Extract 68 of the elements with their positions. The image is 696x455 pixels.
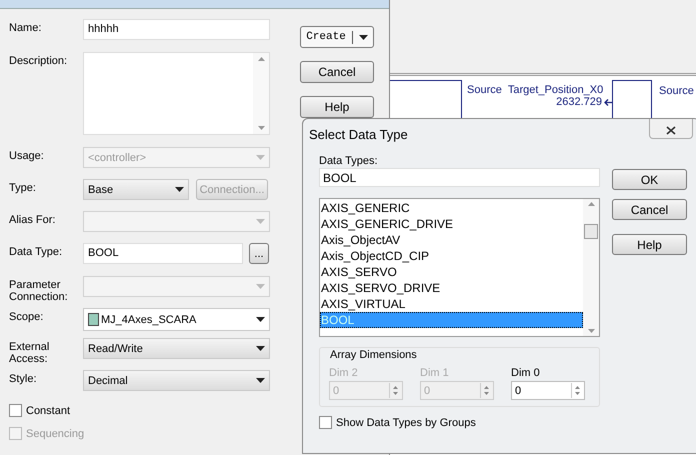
list-item[interactable]: Axis_ObjectAV <box>320 232 583 248</box>
field-label: External Access: <box>9 340 50 365</box>
checkbox[interactable] <box>319 416 332 429</box>
dropdown-arrow-icon <box>175 187 184 192</box>
list-item[interactable]: AXIS_SERVO_DRIVE <box>320 280 583 296</box>
dimension-label: Dim 1 <box>420 367 450 379</box>
group-title: Array Dimensions <box>329 349 418 361</box>
dropdown-arrow-icon <box>256 155 265 160</box>
checkbox-label: Constant <box>26 404 70 416</box>
field-label: Usage: <box>9 149 45 162</box>
operand-label: Source <box>659 85 694 97</box>
scrollbar[interactable] <box>583 199 599 336</box>
up-arrow-icon <box>588 202 594 206</box>
dropdown-arrow-icon <box>256 219 265 224</box>
name-field[interactable]: hhhhh <box>83 19 270 40</box>
field-label: Description: <box>9 54 68 67</box>
field-label: Type: <box>9 181 37 194</box>
dialog-button[interactable]: Cancel <box>612 199 687 220</box>
checkbox-label: Show Data Types by Groups <box>336 416 476 428</box>
tag-name: Target_Position_X0 <box>508 84 604 96</box>
checkbox[interactable] <box>9 404 22 417</box>
list-item[interactable]: AXIS_VIRTUAL <box>320 296 583 312</box>
dropdown[interactable]: Decimal <box>83 370 270 391</box>
left-arrow-icon <box>604 98 612 106</box>
data-type-list[interactable]: AXIS_GENERIC AXIS_GENERIC_DRIVE Axis_ObjectAV Axis_ObjectCD_CIP AXIS_SERVO AXIS_SERVO_DRIVE AXIS_VIRTUAL BOOL <box>319 198 600 337</box>
dialog-button[interactable]: OK <box>612 169 687 190</box>
field-label: Data Types: <box>319 155 378 167</box>
field-label: Alias For: <box>9 213 56 226</box>
list-item[interactable]: Axis_ObjectCD_CIP <box>320 248 583 264</box>
field-label: Data Type: <box>9 245 63 258</box>
scroll-thumb[interactable] <box>584 224 598 239</box>
dimension-label: Dim 2 <box>329 367 359 379</box>
field-label: Scope: <box>9 310 44 323</box>
field-label: Name: <box>9 21 42 34</box>
dialog-title: Select Data Type <box>309 126 408 144</box>
spin-field[interactable]: 0 <box>511 381 585 400</box>
dimension-label: Dim 0 <box>511 367 541 379</box>
dialog-button[interactable]: Help <box>300 96 374 118</box>
scope-dropdown[interactable]: MJ_4Axes_SCARA <box>83 308 270 331</box>
split-button[interactable]: Create <box>300 26 374 48</box>
dialog-button[interactable]: Cancel <box>300 61 374 83</box>
close-button[interactable] <box>649 119 693 139</box>
data-type-field[interactable]: BOOL <box>83 243 243 264</box>
description-field[interactable] <box>83 52 270 135</box>
field-label: Style: <box>9 372 38 385</box>
dropdown-arrow-icon <box>256 378 265 383</box>
tag-value: 2632.729 <box>556 96 602 108</box>
controller-icon <box>88 313 99 326</box>
down-arrow-icon <box>258 126 264 130</box>
operand-label: Source <box>467 84 502 96</box>
close-icon <box>666 126 676 135</box>
data-types-field[interactable]: BOOL <box>319 168 600 187</box>
dropdown-arrow-icon <box>256 317 265 322</box>
list-item[interactable]: AXIS_SERVO <box>320 264 583 280</box>
checkbox-label: Sequencing <box>26 428 84 440</box>
dropdown-arrow-icon <box>358 34 368 40</box>
list-item[interactable]: AXIS_GENERIC_DRIVE <box>320 216 583 232</box>
dropdown[interactable]: Base <box>83 179 189 200</box>
list-item[interactable]: AXIS_GENERIC <box>320 200 583 216</box>
browse-button[interactable]: ... <box>249 243 269 264</box>
field-label: Parameter Connection: <box>9 278 69 303</box>
down-arrow-icon <box>588 329 594 333</box>
dropdown-arrow-icon <box>256 284 265 289</box>
up-arrow-icon <box>258 57 264 61</box>
dropdown-arrow-icon <box>256 346 265 351</box>
scrollbar[interactable] <box>253 53 269 134</box>
dialog-button[interactable]: Help <box>612 234 687 255</box>
dropdown[interactable]: Read/Write <box>83 338 270 359</box>
